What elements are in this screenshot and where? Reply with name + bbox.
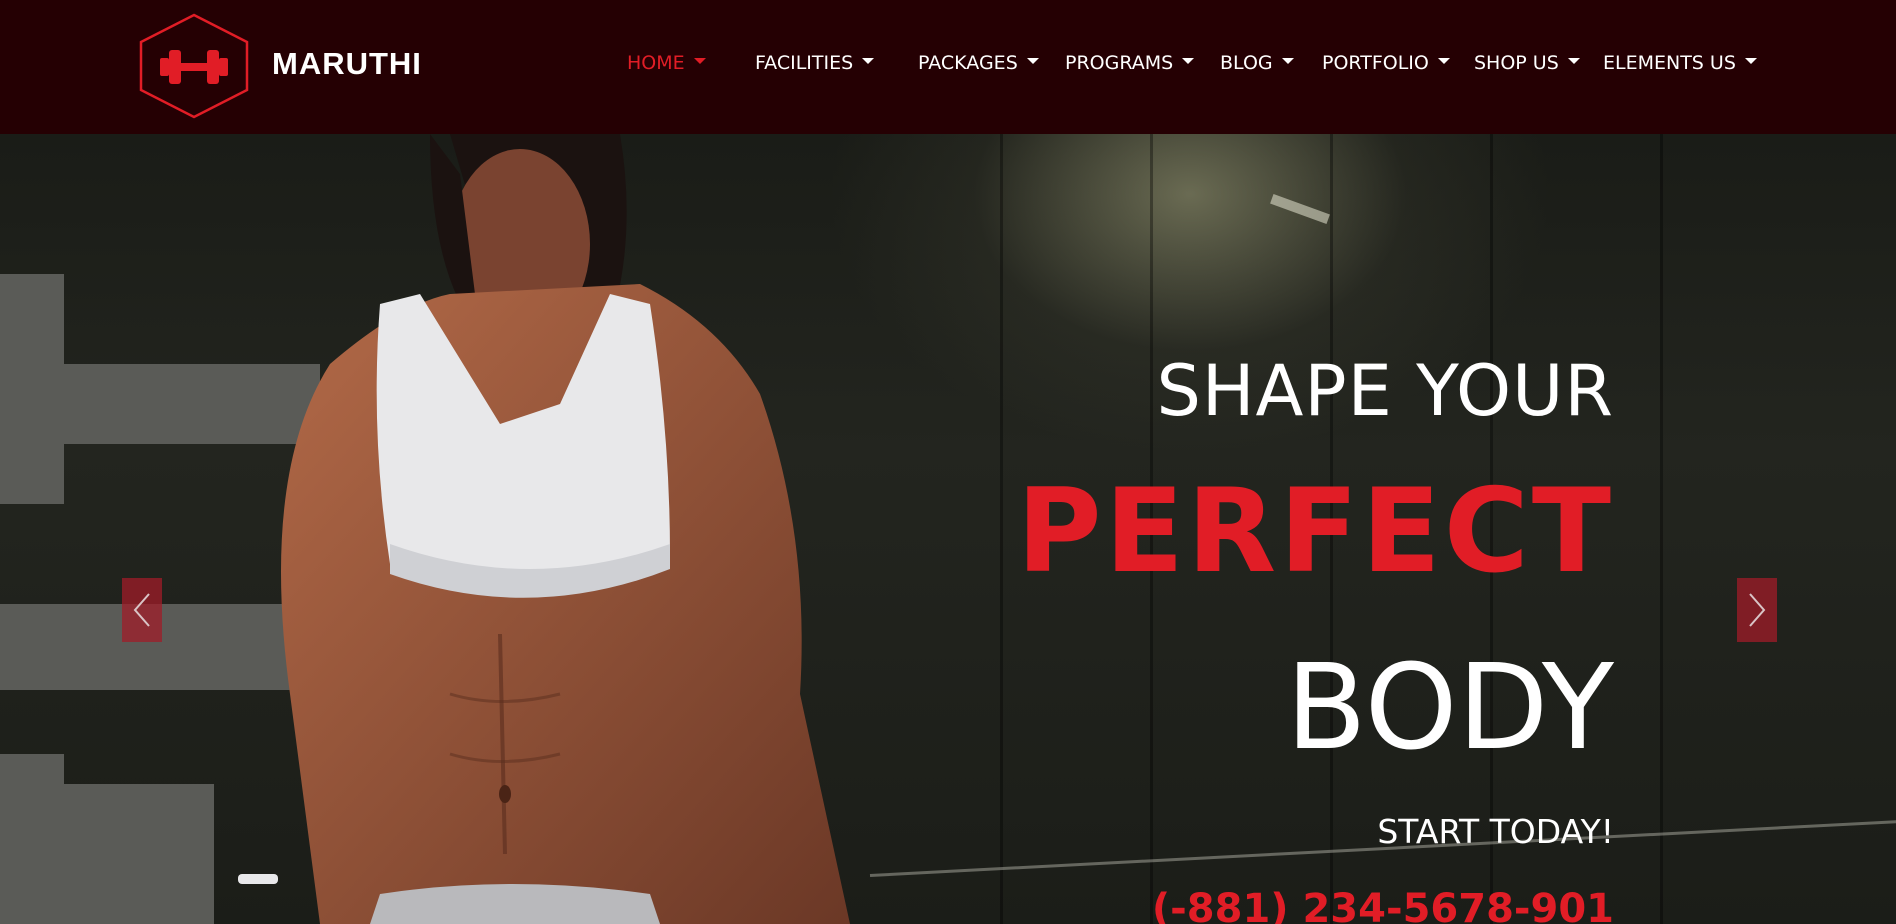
slider-prev-button[interactable] xyxy=(122,578,162,642)
nav-item-programs[interactable]: PROGRAMS xyxy=(1065,52,1195,74)
nav-item-label: PROGRAMS xyxy=(1065,52,1174,74)
hero-heading-line1: SHAPE YOUR xyxy=(1156,350,1614,432)
chevron-right-icon xyxy=(1749,593,1766,627)
nav-item-shop-us[interactable]: SHOP US xyxy=(1474,52,1580,74)
wall-panel-line xyxy=(1660,134,1663,924)
nav-item-label: PACKAGES xyxy=(918,52,1018,74)
nav-item-packages[interactable]: PACKAGES xyxy=(918,52,1039,74)
caret-down-icon xyxy=(862,58,875,64)
nav-item-elements-us[interactable]: ELEMENTS US xyxy=(1603,52,1757,74)
hero-slider: SHAPE YOUR PERFECT BODY START TODAY! (-8… xyxy=(0,134,1896,924)
caret-down-icon xyxy=(1182,58,1195,64)
nav-item-label: FACILITIES xyxy=(755,52,854,74)
wall-panel-line xyxy=(1000,134,1003,924)
nav-item-home[interactable]: HOME xyxy=(627,52,706,74)
hero-cta-text: START TODAY! xyxy=(1377,812,1614,851)
nav-item-label: HOME xyxy=(627,52,685,74)
caret-down-icon xyxy=(1744,58,1757,64)
caret-down-icon xyxy=(1437,58,1450,64)
background-block xyxy=(64,784,214,924)
slider-next-button[interactable] xyxy=(1737,578,1777,642)
caret-down-icon xyxy=(1026,58,1039,64)
hero-heading-line2: PERFECT xyxy=(1016,464,1614,599)
caret-down-icon xyxy=(1567,58,1580,64)
caret-down-icon xyxy=(1281,58,1294,64)
chevron-left-icon xyxy=(133,593,150,627)
nav-item-blog[interactable]: BLOG xyxy=(1220,52,1294,74)
ceiling-light xyxy=(1270,194,1330,224)
nav-item-label: ELEMENTS US xyxy=(1603,52,1736,74)
nav-item-portfolio[interactable]: PORTFOLIO xyxy=(1322,52,1450,74)
nav-item-label: PORTFOLIO xyxy=(1322,52,1429,74)
site-header: MARUTHI HOME FACILITIES PACKAGES PROGRAM… xyxy=(0,0,1896,134)
main-nav: HOME FACILITIES PACKAGES PROGRAMS BLOG P… xyxy=(0,52,1896,82)
nav-item-label: SHOP US xyxy=(1474,52,1559,74)
hero-heading-line3: BODY xyxy=(1285,638,1614,776)
athlete-photo xyxy=(238,134,850,924)
hero-phone[interactable]: (-881) 234-5678-901 xyxy=(1152,886,1614,924)
nav-item-facilities[interactable]: FACILITIES xyxy=(755,52,875,74)
caret-down-icon xyxy=(693,58,706,64)
background-block xyxy=(0,754,64,924)
nav-item-label: BLOG xyxy=(1220,52,1273,74)
